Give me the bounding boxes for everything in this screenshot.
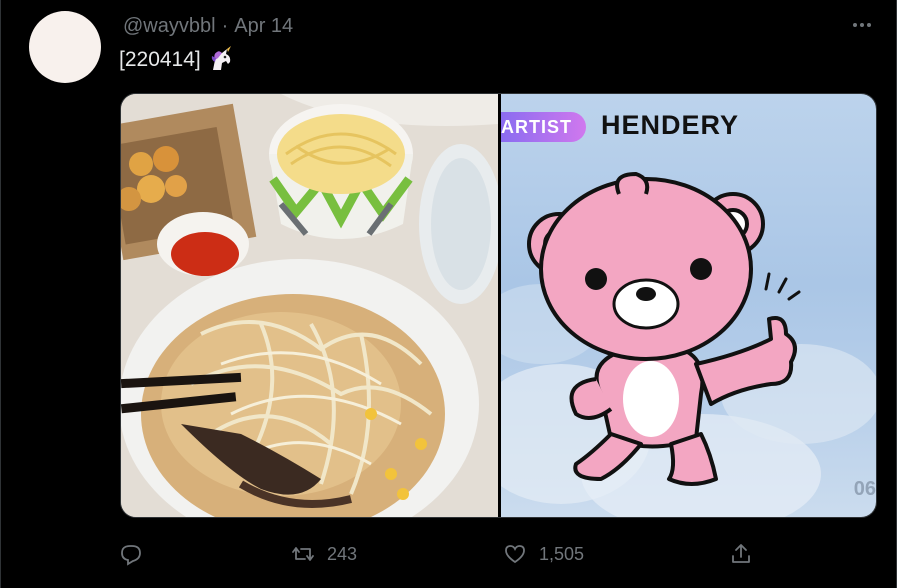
heart-icon — [505, 545, 525, 564]
tweet-header: @wayvbbl · Apr 14 — [123, 14, 293, 38]
retweet-count: 243 — [327, 543, 358, 564]
retweet-button[interactable]: 243 — [291, 540, 357, 568]
tweet-text: [220414] — [119, 46, 235, 74]
pink-bear-illustration — [527, 172, 801, 486]
separator-dot: · — [221, 14, 229, 37]
more-options-icon[interactable] — [848, 14, 876, 36]
reply-button[interactable] — [119, 540, 143, 568]
unicorn-icon — [211, 46, 231, 70]
tweet[interactable]: @wayvbbl · Apr 14 [220414] ARTIST HENDER… — [0, 0, 897, 588]
avatar[interactable] — [29, 11, 101, 83]
ramen-food-image — [121, 94, 498, 517]
like-count: 1,505 — [539, 543, 585, 564]
retweet-icon — [292, 547, 314, 561]
user-handle[interactable]: @wayvbbl — [123, 15, 216, 38]
tweet-date[interactable]: Apr 14 — [234, 15, 293, 38]
ramen-photo[interactable] — [121, 94, 498, 517]
reply-icon — [121, 545, 141, 566]
tweet-text-content: [220414] — [119, 48, 201, 71]
tweet-actions: 243 1,505 — [119, 540, 759, 568]
card-page-number: 06 — [853, 478, 876, 500]
like-button[interactable]: 1,505 — [503, 540, 584, 568]
share-icon — [732, 544, 750, 563]
tweet-media[interactable]: ARTIST HENDERY 06 — [120, 93, 877, 518]
artist-card[interactable]: ARTIST HENDERY 06 — [501, 94, 876, 517]
share-button[interactable] — [729, 540, 753, 568]
